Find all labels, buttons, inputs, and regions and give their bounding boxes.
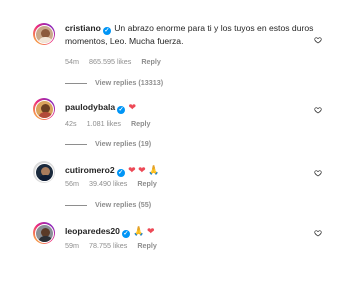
- comment-likes[interactable]: 78.755 likes: [89, 241, 127, 250]
- comment-text-block: paulodybala ✓ ❤: [65, 101, 325, 114]
- avatar[interactable]: [33, 222, 55, 244]
- view-replies-label: View replies (13313): [95, 78, 164, 87]
- comment-username[interactable]: leoparedes20: [65, 226, 120, 236]
- comment-likes[interactable]: 39.490 likes: [89, 179, 127, 188]
- comment-username[interactable]: cutiromero2: [65, 165, 115, 175]
- divider-line: [65, 204, 87, 206]
- comment-meta: 59m 78.755 likes Reply: [65, 241, 165, 250]
- comment-meta: 54m 865.595 likes Reply: [65, 57, 169, 66]
- reply-button[interactable]: Reply: [131, 119, 151, 128]
- heart-outline-icon[interactable]: [314, 229, 322, 237]
- heart-outline-icon[interactable]: [314, 106, 322, 114]
- emoji-reaction: 🙏 ❤: [133, 226, 155, 236]
- verified-badge-icon: ✓: [121, 230, 130, 238]
- avatar[interactable]: [33, 98, 55, 120]
- heart-outline-icon[interactable]: [314, 36, 322, 44]
- verified-badge-icon: ✓: [102, 27, 111, 35]
- comment-meta: 56m 39.490 likes Reply: [65, 179, 165, 188]
- view-replies-label: View replies (55): [95, 200, 152, 209]
- view-replies-button[interactable]: View replies (13313): [65, 78, 163, 87]
- comment-meta: 42s 1.081 likes Reply: [65, 119, 159, 128]
- heart-emoji: ❤: [128, 102, 137, 112]
- avatar[interactable]: [33, 161, 55, 183]
- comment-text-block: cristiano ✓ Un abrazo enorme para ti y lo…: [65, 22, 325, 47]
- comment-likes[interactable]: 865.595 likes: [89, 57, 131, 66]
- view-replies-label: View replies (19): [95, 139, 152, 148]
- divider-line: [65, 143, 87, 145]
- view-replies-button[interactable]: View replies (19): [65, 139, 151, 148]
- verified-badge-icon: ✓: [116, 169, 125, 177]
- avatar[interactable]: [33, 23, 55, 45]
- comment-time: 42s: [65, 119, 77, 128]
- comment-time: 59m: [65, 241, 79, 250]
- view-replies-button[interactable]: View replies (55): [65, 200, 151, 209]
- verified-badge-icon: ✓: [117, 106, 126, 114]
- comment-text: Un abrazo enorme para ti y los tuyos en …: [65, 23, 314, 46]
- reply-button[interactable]: Reply: [137, 241, 157, 250]
- reply-button[interactable]: Reply: [141, 57, 161, 66]
- reply-button[interactable]: Reply: [137, 179, 157, 188]
- comment-time: 56m: [65, 179, 79, 188]
- comment-username[interactable]: cristiano: [65, 23, 101, 33]
- comment-text-block: cutiromero2 ✓ ❤ ❤ 🙏: [65, 164, 325, 177]
- emoji-reaction: ❤ ❤ 🙏: [128, 165, 160, 175]
- heart-outline-icon[interactable]: [314, 169, 322, 177]
- comment-username[interactable]: paulodybala: [65, 102, 115, 112]
- comment-time: 54m: [65, 57, 79, 66]
- comment-likes[interactable]: 1.081 likes: [87, 119, 121, 128]
- divider-line: [65, 82, 87, 84]
- comment-text-block: leoparedes20 ✓ 🙏 ❤: [65, 225, 325, 238]
